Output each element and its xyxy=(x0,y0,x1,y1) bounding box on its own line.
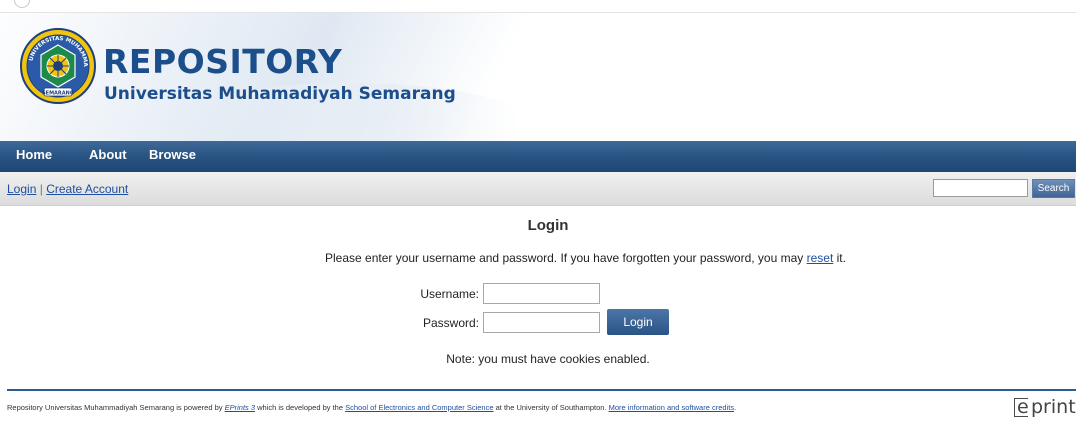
username-label: Username: xyxy=(420,287,479,301)
nav-item-browse[interactable]: Browse xyxy=(149,147,196,162)
eprints-logo[interactable]: e prints xyxy=(1014,396,1076,421)
login-link[interactable]: Login xyxy=(7,182,36,196)
nav-item-home[interactable]: Home xyxy=(16,147,52,162)
circle-icon xyxy=(14,0,30,8)
footer-text-2: which is developed by the xyxy=(255,403,346,412)
main-navigation: Home About Browse xyxy=(0,141,1076,172)
eprints-logo-text: prints xyxy=(1031,396,1076,418)
username-field[interactable] xyxy=(483,283,600,304)
password-label: Password: xyxy=(422,316,479,330)
login-instructions: Please enter your username and password.… xyxy=(325,251,846,265)
footer-credits: Repository Universitas Muhammadiyah Sema… xyxy=(7,403,736,412)
create-account-link[interactable]: Create Account xyxy=(46,182,128,196)
footer-divider xyxy=(7,389,1076,391)
page-title: Login xyxy=(527,217,569,234)
university-seal-logo[interactable]: UNIVERSITAS MUHAMMADIYAH SEMARANG xyxy=(20,28,96,104)
software-credits-link[interactable]: More information and software credits xyxy=(609,403,734,412)
footer-text-3: at the University of Southampton. xyxy=(493,403,609,412)
link-separator: | xyxy=(39,182,43,196)
footer-text-1: Repository Universitas Muhammadiyah Sema… xyxy=(7,403,225,412)
reset-password-link[interactable]: reset xyxy=(807,251,834,265)
account-bar: Login | Create Account Search xyxy=(0,172,1076,206)
browser-top-edge xyxy=(0,0,1076,10)
site-title[interactable]: REPOSITORY xyxy=(103,43,342,81)
login-button[interactable]: Login xyxy=(607,309,669,335)
search-button[interactable]: Search xyxy=(1032,179,1075,198)
seal-banner-text: SEMARANG xyxy=(42,90,74,96)
school-link[interactable]: School of Electronics and Computer Scien… xyxy=(345,403,493,412)
instructions-text-end: it. xyxy=(833,251,846,265)
footer-text-4: . xyxy=(734,403,737,412)
site-subtitle: Universitas Muhamadiyah Semarang xyxy=(104,84,456,104)
search-input[interactable] xyxy=(933,179,1028,197)
eprints-logo-e: e xyxy=(1017,396,1029,418)
nav-item-about[interactable]: About xyxy=(89,147,127,162)
header-banner: UNIVERSITAS MUHAMMADIYAH SEMARANG REPOSI… xyxy=(0,13,1076,141)
cookies-note: Note: you must have cookies enabled. xyxy=(446,352,650,366)
instructions-text: Please enter your username and password.… xyxy=(325,251,807,265)
password-field[interactable] xyxy=(483,312,600,333)
account-links: Login | Create Account xyxy=(7,182,128,196)
eprints-link[interactable]: EPrints 3 xyxy=(225,403,255,412)
